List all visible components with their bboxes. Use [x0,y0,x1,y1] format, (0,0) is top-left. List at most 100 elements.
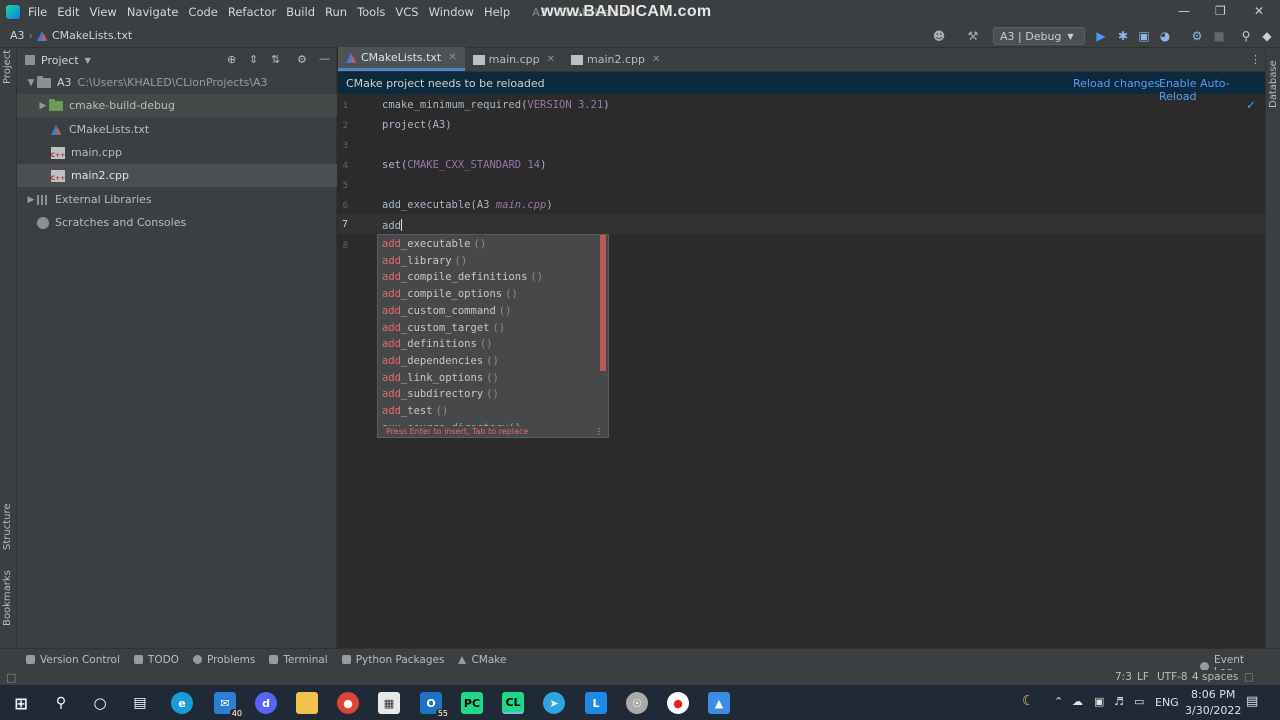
store-icon[interactable]: ▦ [378,692,400,714]
menu-vcs[interactable]: VCS [395,5,418,19]
file-encoding[interactable]: UTF-8 [1157,670,1188,684]
close-icon[interactable]: ✕ [1254,4,1264,18]
more-tabs-icon[interactable]: ⋮ [1250,53,1261,66]
minimize-icon[interactable]: — [1178,4,1190,18]
tree-item-cmake-build-debug[interactable]: ▶ cmake-build-debug [17,94,337,117]
pycharm-icon[interactable]: PC [461,692,483,714]
database-tool-tab[interactable]: Database [1268,60,1279,108]
expand-arrow-icon[interactable]: ▶ [37,101,49,111]
menu-edit[interactable]: Edit [57,5,79,19]
menu-window[interactable]: Window [429,5,474,19]
clion-icon[interactable]: CL [502,692,524,714]
todo-tab[interactable]: TODO [133,654,179,666]
run-icon[interactable]: ▶ [1094,29,1108,43]
menu-tools[interactable]: Tools [357,5,385,19]
lock-icon[interactable]: □ [1244,670,1254,684]
debug-icon[interactable]: ✱ [1116,29,1130,43]
reload-changes-link[interactable]: Reload changes [1073,77,1160,90]
battery-icon[interactable]: ▭ [1134,695,1144,708]
completion-item[interactable]: add_definitions() [382,338,492,350]
completion-item[interactable]: add_library() [382,255,467,267]
bookmarks-tool-tab[interactable]: Bookmarks [2,570,13,626]
code-line-6[interactable]: add_executable(A3 main.cpp) [382,199,553,211]
completion-item[interactable]: add_executable() [382,238,486,250]
record-icon[interactable]: ● [667,692,689,714]
caret-position[interactable]: 7:3 [1115,670,1132,684]
completion-item[interactable]: add_dependencies() [382,355,499,367]
cmake-tab[interactable]: CMake [458,654,506,666]
windows-start-icon[interactable]: ⊞ [10,692,32,714]
project-tool-tab[interactable]: Project [2,50,13,84]
collapse-all-icon[interactable]: ⇅ [271,53,280,66]
completion-scrollbar[interactable] [600,235,606,371]
tab-main-cpp[interactable]: main.cpp ✕ [465,48,563,71]
menu-file[interactable]: File [28,5,47,19]
completion-item[interactable]: add_subdirectory() [382,388,499,400]
inspection-ok-icon[interactable]: ✓ [1246,98,1256,112]
search-icon[interactable]: ⚲ [1239,29,1253,43]
stop-icon[interactable]: ■ [1212,29,1226,43]
expand-arrow-icon[interactable]: ▼ [25,78,37,88]
chrome-icon[interactable]: ● [337,692,359,714]
language-indicator[interactable]: ENG [1155,696,1179,709]
shield-icon[interactable]: ☉ [626,692,648,714]
close-icon[interactable]: ✕ [652,54,660,65]
more-options-icon[interactable]: ⋮ [595,427,603,436]
tree-item-external-libraries[interactable]: ▶ External Libraries [17,188,337,211]
file-explorer-icon[interactable] [296,692,318,714]
version-control-tab[interactable]: Version Control [26,654,120,666]
completion-item[interactable]: add_custom_target() [382,322,505,334]
cloud-icon[interactable]: ☁ [1072,695,1083,708]
jetbrains-logo-icon[interactable]: ◆ [1260,29,1274,43]
edge-icon[interactable]: e [171,692,193,714]
code-line-2[interactable]: project(A3) [382,119,452,131]
tab-main2-cpp[interactable]: main2.cpp ✕ [563,48,668,71]
restore-icon[interactable]: ❐ [1215,4,1226,18]
tab-cmakelists[interactable]: CMakeLists.txt ✕ [338,47,465,71]
indent-setting[interactable]: 4 spaces [1192,670,1238,684]
clock-time[interactable]: 8:06 PM [1191,688,1235,701]
code-line-4[interactable]: set(CMAKE_CXX_STANDARD 14) [382,159,546,171]
notifications-icon[interactable]: ▤ [1246,694,1258,709]
breadcrumb-project[interactable]: A3 [10,29,25,42]
project-panel-title[interactable]: Project [41,54,79,67]
coverage-icon[interactable]: ▣ [1137,29,1151,43]
clock-date[interactable]: 3/30/2022 [1185,704,1241,717]
menu-build[interactable]: Build [286,5,315,19]
task-view-icon[interactable]: ▤ [129,692,151,714]
discord-icon[interactable]: d [255,692,277,714]
tree-item-scratches[interactable]: Scratches and Consoles [17,211,337,234]
expand-arrow-icon[interactable]: ▶ [25,195,37,205]
breadcrumb-file[interactable]: CMakeLists.txt [52,29,132,42]
user-icon[interactable]: ☻ [932,29,946,43]
python-packages-tab[interactable]: Python Packages [341,654,444,666]
run-configuration-select[interactable]: A3 | Debug ▼ [993,27,1085,45]
completion-item[interactable]: add_custom_command() [382,305,511,317]
network-icon[interactable]: ▣ [1094,695,1104,708]
attach-icon[interactable]: ⚙ [1190,29,1204,43]
tree-item-root[interactable]: ▼ A3 C:\Users\KHALED\CLionProjects\A3 [17,71,337,94]
l-app-icon[interactable]: L [585,692,607,714]
chevron-up-icon[interactable]: ⌃ [1054,695,1063,708]
menu-code[interactable]: Code [188,5,217,19]
tree-item-main-cpp[interactable]: C++ main.cpp [17,141,337,164]
completion-item[interactable]: add_compile_definitions() [382,271,543,283]
locate-icon[interactable]: ⊕ [227,53,236,66]
profile-icon[interactable]: ◕ [1158,29,1172,43]
hide-panel-icon[interactable]: — [319,52,330,65]
menu-view[interactable]: View [90,5,117,19]
tree-item-main2-cpp[interactable]: C++ main2.cpp [17,164,337,187]
telegram-icon[interactable]: ➤ [543,692,565,714]
completion-item[interactable]: add_compile_options() [382,288,518,300]
structure-tool-tab[interactable]: Structure [2,503,13,550]
completion-item[interactable]: add_link_options() [382,372,499,384]
terminal-tab[interactable]: Terminal [269,654,328,666]
menu-refactor[interactable]: Refactor [228,5,276,19]
chevron-down-icon[interactable]: ▼ [85,56,91,65]
code-line-1[interactable]: cmake_minimum_required(VERSION 3.21) [382,99,610,111]
outlook-icon[interactable]: O 55 [420,692,450,718]
moon-icon[interactable]: ☾ [1022,693,1035,709]
photos-icon[interactable]: ▲ [708,692,730,714]
search-icon[interactable]: ⚲ [50,692,72,714]
close-icon[interactable]: ✕ [547,54,555,65]
